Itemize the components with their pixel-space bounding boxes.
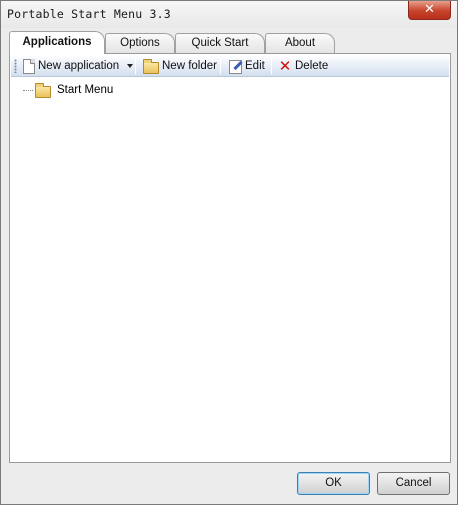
folder-icon: [35, 82, 51, 98]
new-folder-button[interactable]: New folder: [143, 56, 217, 76]
delete-icon: ✕: [278, 57, 292, 75]
tab-options[interactable]: Options: [105, 33, 175, 53]
start-menu-tree[interactable]: Start Menu: [11, 78, 449, 462]
new-document-icon: [23, 58, 35, 74]
edit-pencil-icon: [228, 59, 242, 74]
tree-connector: [23, 90, 33, 91]
tab-strip: Applications Options Quick Start About: [9, 31, 451, 54]
app-window: Portable Start Menu 3.3 ✕ Applications O…: [0, 0, 458, 505]
tab-about[interactable]: About: [265, 33, 335, 53]
toolbar-grip[interactable]: [14, 59, 17, 73]
ok-button[interactable]: OK: [297, 472, 370, 495]
tab-applications[interactable]: Applications: [9, 31, 105, 54]
cancel-button[interactable]: Cancel: [377, 472, 450, 495]
toolbar-separator: [220, 58, 221, 74]
delete-label: Delete: [295, 60, 329, 72]
applications-panel: New application New folder Edit ✕ Delete: [9, 53, 451, 463]
edit-label: Edit: [245, 60, 265, 72]
toolbar: New application New folder Edit ✕ Delete: [11, 55, 449, 77]
window-title: Portable Start Menu 3.3: [7, 7, 171, 21]
title-bar[interactable]: Portable Start Menu 3.3 ✕: [1, 1, 457, 28]
toolbar-separator: [271, 58, 272, 74]
close-button[interactable]: ✕: [408, 1, 451, 20]
tree-item-start-menu[interactable]: Start Menu: [35, 82, 113, 98]
new-application-label: New application: [38, 60, 120, 72]
edit-button[interactable]: Edit: [228, 56, 265, 76]
delete-button[interactable]: ✕ Delete: [278, 56, 329, 76]
folder-icon: [143, 58, 159, 74]
toolbar-separator: [135, 58, 136, 74]
tree-item-label: Start Menu: [57, 84, 114, 96]
new-application-button[interactable]: New application: [23, 56, 136, 76]
close-icon: ✕: [424, 2, 435, 17]
dropdown-arrow-icon[interactable]: [127, 64, 134, 68]
tab-quick-start[interactable]: Quick Start: [175, 33, 265, 53]
new-folder-label: New folder: [162, 60, 217, 72]
